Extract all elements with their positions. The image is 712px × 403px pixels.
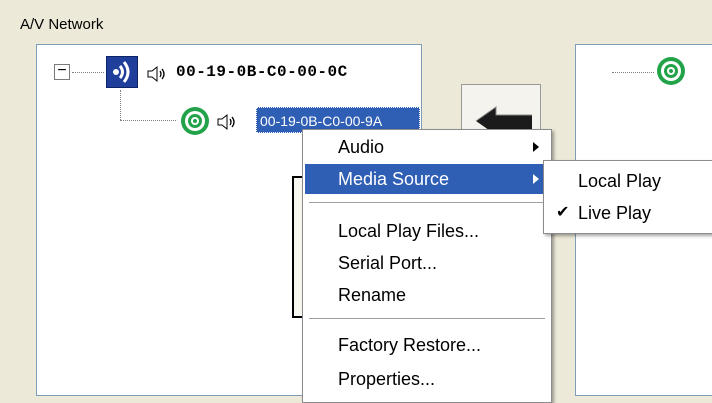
menu-item-properties[interactable]: Properties...	[305, 364, 549, 394]
tree-connector-child-vertical	[120, 90, 121, 120]
collapse-expander[interactable]: −	[54, 63, 70, 80]
menu-item-label: Media Source	[338, 169, 450, 189]
menu-separator	[309, 202, 545, 203]
menu-item-label: Properties...	[338, 369, 436, 389]
menu-item-label: Live Play	[578, 203, 652, 223]
menu-item-serial-port[interactable]: Serial Port...	[305, 248, 549, 278]
tree-connector-child-horizontal	[120, 120, 176, 121]
menu-item-label: Rename	[338, 285, 407, 305]
menu-separator	[309, 318, 545, 319]
menu-item-audio[interactable]: Audio	[305, 132, 549, 162]
menu-item-factory-restore[interactable]: Factory Restore...	[305, 330, 549, 360]
speaker-icon	[216, 112, 238, 132]
menu-item-label: Audio	[338, 137, 385, 157]
submenu-arrow-icon	[533, 174, 539, 184]
speaker-icon	[146, 64, 168, 84]
submenu-item-live-play[interactable]: ✔ Live Play	[546, 197, 712, 229]
target-icon[interactable]	[656, 56, 686, 86]
submenu-arrow-icon	[533, 142, 539, 152]
menu-item-label: Factory Restore...	[338, 335, 482, 355]
media-source-submenu: Local Play ✔ Live Play	[543, 160, 712, 234]
menu-item-media-source[interactable]: Media Source	[305, 164, 549, 194]
menu-item-local-play-files[interactable]: Local Play Files...	[305, 216, 549, 246]
tree-connector-right	[612, 72, 654, 73]
menu-item-label: Serial Port...	[338, 253, 438, 273]
menu-item-label: Local Play Files...	[338, 221, 480, 241]
tree-connector-root	[72, 72, 104, 73]
menu-item-label: Local Play	[578, 171, 662, 191]
menu-item-rename[interactable]: Rename	[305, 280, 549, 310]
group-label: A/V Network	[20, 16, 104, 33]
submenu-item-local-play[interactable]: Local Play	[546, 165, 712, 197]
context-menu: Audio Media Source Local Play Files... S…	[302, 129, 552, 403]
tree-node-root-label[interactable]: 00-19-0B-C0-00-0C	[176, 63, 348, 81]
network-device-icon[interactable]	[106, 56, 138, 88]
checkmark-icon: ✔	[556, 204, 570, 221]
target-icon[interactable]	[180, 106, 210, 136]
